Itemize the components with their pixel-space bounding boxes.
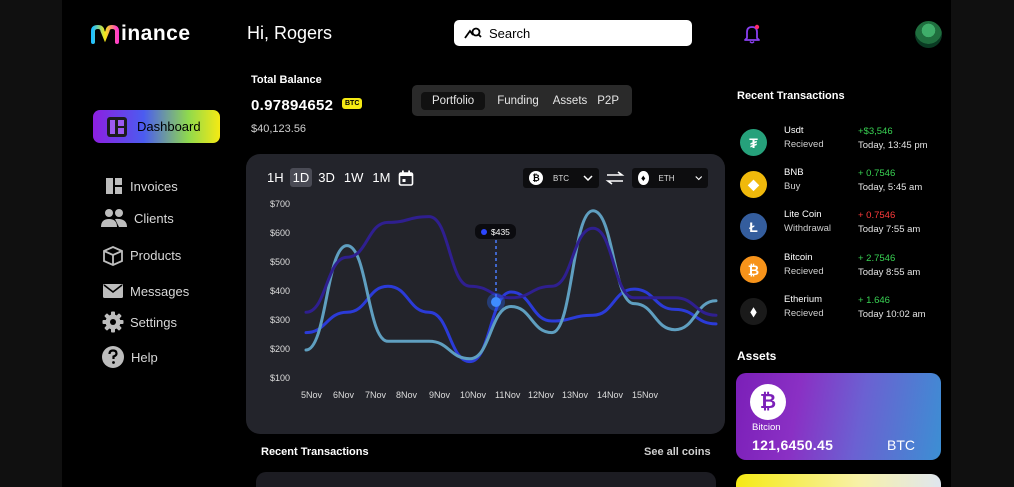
notification-bell-icon[interactable] [743,24,761,49]
clients-icon [101,209,127,227]
logo-text: inance [121,22,191,45]
dashboard-icon [107,116,127,137]
tab-p2p[interactable]: P2P [592,92,630,110]
asset-card-bitcoin[interactable]: ₿ Bitcion 121,6450.45 BTC [736,373,941,460]
table-row[interactable] [256,472,716,487]
gear-icon [102,311,124,333]
transaction-status: Recieved [784,139,824,150]
transaction-row[interactable]: ₮ Usdt Recieved +$3,546 Today, 13:45 pm [740,125,940,159]
sidebar-item-settings[interactable]: Settings [102,311,177,333]
tether-icon: ₮ [740,129,767,156]
transaction-row[interactable]: ₿ Bitcoin Recieved + 2.7546 Today 8:55 am [740,252,940,286]
bitcoin-icon: ₿ [750,384,786,420]
transaction-amount: + 0.7546 [858,168,896,179]
portfolio-tabs: Portfolio Funding Assets P2P [412,85,632,116]
bnb-icon: ◆ [740,171,767,198]
logo-m-icon [91,24,119,44]
see-all-coins-link[interactable]: See all coins [644,446,711,458]
transaction-status: Recieved [784,308,824,319]
search-input[interactable]: Search [454,20,692,46]
transaction-amount: + 1.646 [858,295,890,306]
assets-title: Assets [737,349,777,363]
total-balance-value: 0.97894652 [251,97,334,114]
sidebar-item-dashboard[interactable]: Dashboard [93,110,220,143]
transaction-time: Today 8:55 am [858,267,921,278]
tooltip-dot [481,228,487,235]
bottom-section-title: Recent Transactions [261,446,369,458]
tab-assets[interactable]: Assets [546,92,593,110]
transaction-time: Today, 5:45 am [858,182,923,193]
transaction-row[interactable]: ⬧ Etherium Recieved + 1.646 Today 10:02 am [740,294,940,328]
transaction-amount: + 0.7546 [858,210,896,221]
hover-point[interactable] [491,297,501,307]
price-chart-card: 1H 1D 3D 1W 1M ₿ BTC ♦ ETH $700 $600 $50… [246,154,725,434]
sidebar-item-label: Settings [130,314,177,330]
greeting: Hi, Rogers [247,23,333,43]
transaction-coin: BNB [784,167,804,178]
transaction-status: Withdrawal [784,223,831,234]
messages-icon [103,284,123,298]
transaction-coin: Usdt [784,125,804,136]
litecoin-icon: Ł [740,213,767,240]
tooltip-value: $435 [491,226,510,237]
sidebar-item-label: Products [130,248,182,263]
app-frame: inance Hi, Rogers Search Dashboard Invoi… [62,0,951,487]
sidebar-item-invoices[interactable]: Invoices [104,176,178,196]
search-icon [464,27,482,39]
recent-transactions-title: Recent Transactions [737,90,845,102]
price-line-chart [304,209,718,364]
sidebar-item-clients[interactable]: Clients [100,208,174,228]
tab-funding[interactable]: Funding [485,92,546,110]
sidebar-item-messages[interactable]: Messages [102,283,189,299]
transaction-status: Buy [784,181,801,192]
transaction-coin: Bitcoin [784,252,813,263]
asset-card-next[interactable] [736,474,941,487]
asset-name: Bitcion [752,422,781,433]
transaction-status: Recieved [784,266,824,277]
tab-portfolio[interactable]: Portfolio [421,91,486,110]
transaction-coin: Etherium [784,294,823,305]
logo[interactable]: inance [90,22,191,46]
products-icon [103,246,123,266]
transaction-amount: +$3,546 [858,126,893,137]
transaction-row[interactable]: Ł Lite Coin Withdrawal + 0.7546 Today 7:55 a… [740,209,940,243]
ethereum-icon: ⬧ [740,298,767,325]
avatar[interactable] [915,21,942,48]
bitcoin-icon: ₿ [740,256,767,283]
total-balance-label: Total Balance [251,74,322,86]
transaction-amount: + 2.7546 [858,253,896,264]
transaction-coin: Lite Coin [784,209,822,220]
help-icon [102,346,124,368]
balance-unit-badge: BTC [342,98,363,109]
transaction-time: Today 7:55 am [858,224,921,235]
transaction-time: Today, 13:45 pm [858,140,928,151]
transaction-time: Today 10:02 am [858,309,926,320]
sidebar-item-help[interactable]: Help [101,345,158,369]
balance-usd: $40,123.56 [251,123,307,135]
asset-symbol: BTC [887,437,915,453]
sidebar-item-label: Help [131,349,158,365]
sidebar-item-label: Invoices [130,178,178,194]
search-placeholder: Search [489,25,531,41]
transaction-row[interactable]: ◆ BNB Buy + 0.7546 Today, 5:45 am [740,167,940,201]
sidebar-item-label: Dashboard [137,119,201,134]
sidebar-item-label: Clients [134,210,174,226]
invoices-icon [106,178,122,194]
asset-value: 121,6450.45 [752,437,834,453]
chart-tooltip: $435 [475,224,516,239]
sidebar-item-label: Messages [130,283,190,299]
sidebar-item-products[interactable]: Products [102,245,181,266]
